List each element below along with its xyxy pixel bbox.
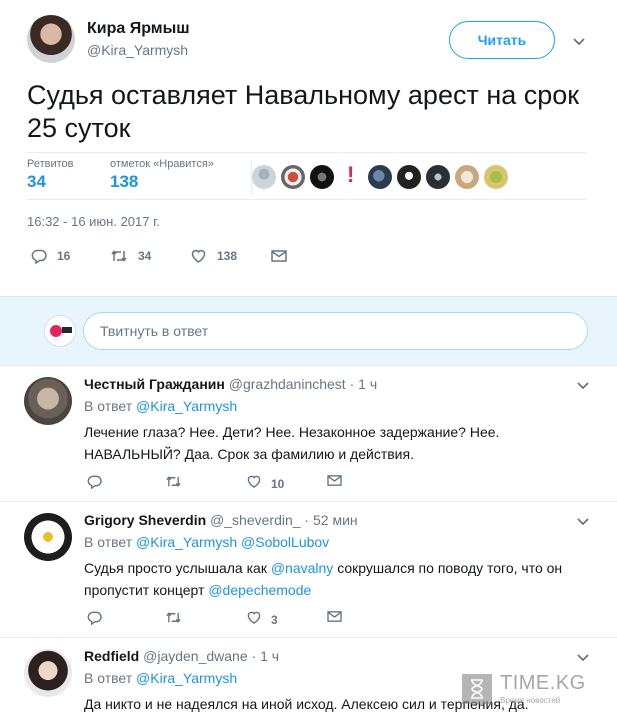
liker-avatar[interactable]: [281, 165, 305, 189]
reply-author-handle[interactable]: @grazhdaninchest: [229, 376, 346, 392]
reply-icon: [87, 610, 102, 630]
envelope-icon: [327, 474, 342, 492]
liker-avatar[interactable]: [484, 165, 508, 189]
liker-avatar-exclamation[interactable]: !: [347, 163, 354, 187]
in-reply-to: В ответ @Kira_Yarmysh: [84, 398, 238, 414]
watermark-title: TIME.KG: [500, 672, 586, 694]
retweets-stat[interactable]: Ретвитов 34: [27, 158, 74, 192]
liker-avatar[interactable]: [397, 165, 421, 189]
author-name[interactable]: Кира Ярмыш: [87, 20, 190, 38]
retweet-icon: [110, 248, 128, 264]
like-action[interactable]: 138: [190, 246, 237, 266]
heart-icon: [190, 248, 207, 264]
tweet-text: Судья оставляет Навальному арест на срок…: [27, 80, 580, 143]
reply-header: Redfield @jayden_dwane · 1 ч: [84, 648, 280, 664]
envelope-icon: [327, 610, 342, 628]
reply-time[interactable]: 1 ч: [260, 648, 279, 664]
chevron-down-icon[interactable]: [576, 378, 590, 392]
tweet-timestamp[interactable]: 16:32 - 16 июн. 2017 г.: [27, 214, 160, 229]
liker-avatar[interactable]: [252, 165, 276, 189]
mention-link[interactable]: @navalny: [271, 560, 333, 576]
chevron-down-icon[interactable]: [576, 650, 590, 664]
mention-link[interactable]: @Kira_Yarmysh: [136, 534, 237, 550]
reply-composer: Твитнуть в ответ: [0, 296, 617, 366]
author-avatar[interactable]: [27, 15, 75, 63]
reply-icon: [31, 248, 47, 264]
reply-text: Лечение глаза? Нее. Дети? Нее. Незаконно…: [84, 424, 500, 462]
mention-link[interactable]: @Kira_Yarmysh: [136, 670, 237, 686]
message-action[interactable]: [271, 246, 287, 266]
reply-author-name[interactable]: Честный Гражданин: [84, 376, 225, 392]
reply-avatar[interactable]: [24, 377, 72, 425]
watermark-subtitle: Время новостей: [500, 696, 561, 705]
message-action[interactable]: [327, 610, 342, 628]
author-handle[interactable]: @Kira_Yarmysh: [87, 42, 188, 58]
liker-avatar[interactable]: [455, 165, 479, 189]
reply-author-handle[interactable]: @jayden_dwane: [143, 648, 248, 664]
reply-action[interactable]: 16: [31, 246, 70, 266]
liker-avatar[interactable]: [310, 165, 334, 189]
tweet-stats: Ретвитов 34 отметок «Нравится» 138 !: [27, 152, 587, 200]
reply-header: Честный Гражданин @grazhdaninchest · 1 ч: [84, 376, 378, 392]
retweets-value: 34: [27, 172, 46, 191]
likers-row: !: [251, 161, 508, 195]
reply-header: Grigory Sheverdin @_sheverdin_ · 52 мин: [84, 512, 358, 528]
reply-time[interactable]: 1 ч: [358, 376, 377, 392]
message-action[interactable]: [327, 474, 342, 492]
retweet-action[interactable]: [165, 610, 182, 630]
like-action[interactable]: 10: [246, 474, 284, 494]
retweets-label: Ретвитов: [27, 158, 74, 170]
reply-icon: [87, 474, 102, 494]
reply-count: 16: [57, 249, 71, 263]
likes-stat[interactable]: отметок «Нравится» 138: [110, 158, 214, 192]
liker-avatar[interactable]: [368, 165, 392, 189]
reply-avatar[interactable]: [24, 513, 72, 561]
in-reply-to: В ответ @Kira_Yarmysh @SobolLubov: [84, 534, 330, 550]
follow-button[interactable]: Читать: [449, 21, 555, 59]
reply-author-name[interactable]: Grigory Sheverdin: [84, 512, 206, 528]
chevron-down-icon[interactable]: [576, 514, 590, 528]
main-tweet: Кира Ярмыш @Kira_Yarmysh Читать Судья ос…: [0, 0, 617, 296]
reply-item[interactable]: Grigory Sheverdin @_sheverdin_ · 52 мин …: [0, 502, 617, 638]
retweet-action[interactable]: 34: [110, 246, 151, 266]
reply-text: Судья просто услышала как @navalny сокру…: [84, 560, 563, 598]
retweet-icon: [165, 474, 182, 494]
reply-input[interactable]: Твитнуть в ответ: [83, 312, 588, 350]
retweet-icon: [165, 610, 182, 630]
like-count: 3: [271, 613, 278, 627]
likes-label: отметок «Нравится»: [110, 158, 214, 170]
mention-link[interactable]: @depechemode: [208, 582, 311, 598]
like-count: 138: [217, 249, 238, 263]
like-action[interactable]: 3: [246, 610, 278, 630]
reply-avatar[interactable]: [24, 649, 72, 697]
reply-author-handle[interactable]: @_sheverdin_: [210, 512, 301, 528]
chevron-down-icon[interactable]: [572, 34, 586, 48]
reply-author-name[interactable]: Redfield: [84, 648, 139, 664]
mention-link[interactable]: @Kira_Yarmysh: [136, 398, 237, 414]
watermark: TIME.KG Время новостей: [462, 670, 612, 710]
liker-avatar[interactable]: [426, 165, 450, 189]
heart-icon: [246, 474, 262, 494]
like-count: 10: [271, 477, 285, 491]
retweet-action[interactable]: [165, 474, 182, 494]
heart-icon: [246, 610, 262, 630]
reply-time[interactable]: 52 мин: [313, 512, 358, 528]
current-user-avatar[interactable]: [44, 315, 76, 347]
reply-action[interactable]: [87, 610, 102, 630]
reply-item[interactable]: Честный Гражданин @grazhdaninchest · 1 ч…: [0, 366, 617, 502]
mention-link[interactable]: @SobolLubov: [241, 534, 329, 550]
envelope-icon: [271, 249, 287, 263]
likes-value: 138: [110, 172, 139, 191]
in-reply-to: В ответ @Kira_Yarmysh: [84, 670, 238, 686]
hourglass-icon: [462, 674, 492, 704]
reply-action[interactable]: [87, 474, 102, 494]
retweet-count: 34: [138, 249, 152, 263]
